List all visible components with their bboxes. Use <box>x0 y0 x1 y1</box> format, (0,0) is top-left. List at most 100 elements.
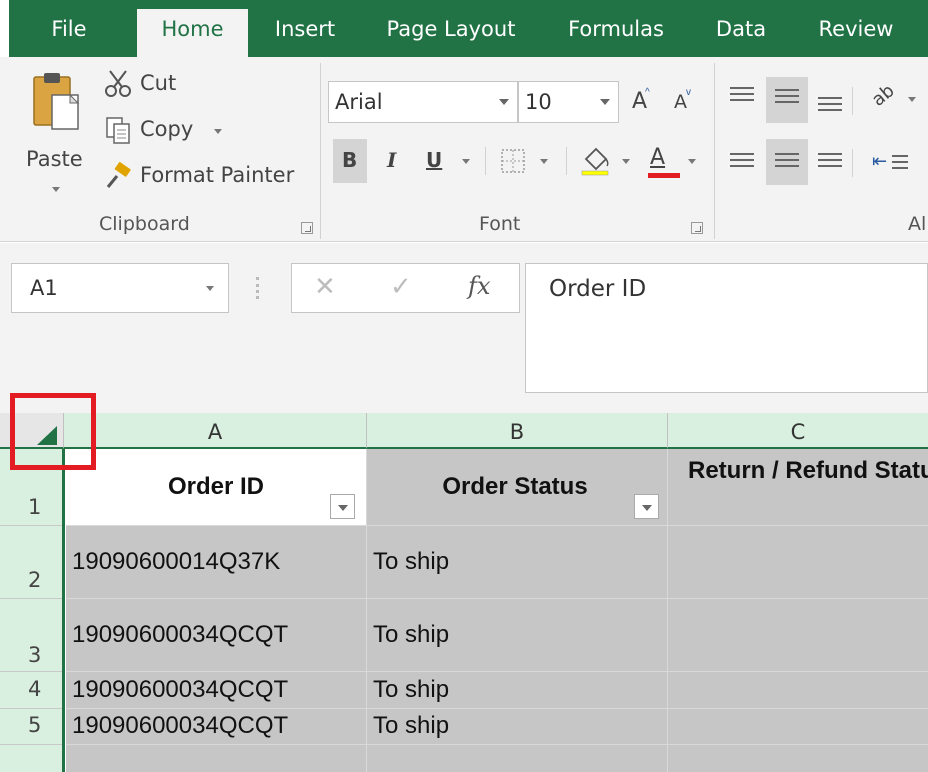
row-header-2[interactable]: 2 <box>0 526 64 599</box>
bold-label: B <box>342 148 358 172</box>
row-header-6[interactable] <box>0 745 64 772</box>
filter-dropdown-icon[interactable] <box>634 494 659 519</box>
tab-page-layout[interactable]: Page Layout <box>378 12 524 57</box>
cell-c1[interactable]: Return / Refund Status <box>668 449 928 526</box>
increase-font-size-button[interactable]: A ^ <box>628 87 654 117</box>
worksheet-grid: A B C 1 2 3 4 5 Order ID Order Status Re… <box>0 413 928 772</box>
clipboard-group-label: Clipboard <box>99 213 190 235</box>
font-dialog-launcher-icon[interactable] <box>691 222 703 234</box>
font-size-select[interactable]: 10 <box>518 81 619 123</box>
orientation-button[interactable]: ab <box>868 80 928 121</box>
cell-b1-text: Order Status <box>442 473 588 500</box>
decrease-indent-button[interactable]: ⇤ <box>870 149 928 185</box>
group-divider <box>566 147 567 175</box>
font-color-button[interactable]: A <box>644 139 702 183</box>
paste-dropdown-icon[interactable] <box>52 187 60 192</box>
selection-border <box>62 449 65 772</box>
italic-label: I <box>387 148 397 172</box>
cell-a4[interactable]: 19090600034QCQT <box>66 672 367 709</box>
cell-a5[interactable]: 19090600034QCQT <box>66 709 367 745</box>
middle-align-icon <box>775 89 799 107</box>
bottom-align-icon[interactable] <box>818 97 842 115</box>
formula-bar-area: A1 ✕ ✓ fx Order ID <box>0 243 928 413</box>
font-family-select[interactable]: Arial <box>328 81 518 123</box>
clipboard-dialog-launcher-icon[interactable] <box>301 222 313 234</box>
row-header-5[interactable]: 5 <box>0 709 64 745</box>
formula-input-value: Order ID <box>549 276 647 302</box>
copy-dropdown-icon[interactable] <box>214 129 222 134</box>
fill-color-button[interactable] <box>576 139 640 183</box>
top-align-icon[interactable] <box>730 87 754 105</box>
paste-button[interactable]: Paste <box>22 65 90 195</box>
bold-button[interactable]: B <box>333 139 367 183</box>
cell-a6[interactable] <box>66 745 367 772</box>
row-header-3[interactable]: 3 <box>0 599 64 672</box>
paint-bucket-icon <box>581 147 609 176</box>
insert-function-icon[interactable]: fx <box>468 272 490 300</box>
row-header-4[interactable]: 4 <box>0 672 64 709</box>
row-number: 2 <box>28 568 42 592</box>
borders-icon <box>501 149 525 173</box>
font-color-dropdown-icon <box>688 159 696 164</box>
cell-text: 19090600014Q37K <box>72 548 281 575</box>
cell-b1[interactable]: Order Status <box>367 449 668 526</box>
cancel-icon[interactable]: ✕ <box>314 272 336 302</box>
cell-b6[interactable] <box>367 745 668 772</box>
align-center-icon <box>775 153 799 171</box>
align-right-icon[interactable] <box>818 153 842 171</box>
cell-b5[interactable]: To ship <box>367 709 668 745</box>
font-family-value: Arial <box>335 90 383 114</box>
cell-b4[interactable]: To ship <box>367 672 668 709</box>
row-number: 1 <box>28 495 42 519</box>
ribbon-tab-bar: File Home Insert Page Layout Formulas Da… <box>0 0 928 57</box>
cell-b2[interactable]: To ship <box>367 526 668 599</box>
name-box[interactable]: A1 <box>11 263 229 313</box>
filter-dropdown-icon[interactable] <box>330 494 355 519</box>
underline-label: U <box>426 148 443 172</box>
cell-a2[interactable]: 19090600014Q37K <box>66 526 367 599</box>
cell-c5[interactable] <box>668 709 928 745</box>
tab-file[interactable]: File <box>38 12 100 57</box>
cell-a3[interactable]: 19090600034QCQT <box>66 599 367 672</box>
format-painter-label: Format Painter <box>140 163 295 187</box>
scissors-icon <box>105 70 131 97</box>
formula-buttons: ✕ ✓ fx <box>291 263 520 313</box>
cell-a1[interactable]: Order ID <box>66 449 367 526</box>
cell-c2[interactable] <box>668 526 928 599</box>
cut-button[interactable]: Cut <box>102 67 192 103</box>
copy-label: Copy <box>140 117 194 141</box>
tab-home[interactable]: Home <box>137 9 248 57</box>
formula-input[interactable]: Order ID <box>525 263 928 393</box>
copy-button[interactable]: Copy <box>102 113 232 149</box>
chevron-down-icon[interactable] <box>206 286 214 291</box>
format-painter-button[interactable]: Format Painter <box>102 159 312 195</box>
align-left-icon[interactable] <box>730 153 754 171</box>
tab-data[interactable]: Data <box>708 12 774 57</box>
cell-c1-text: Return / Refund Status <box>687 457 928 484</box>
enter-check-icon[interactable]: ✓ <box>390 272 412 302</box>
italic-button[interactable]: I <box>378 139 408 183</box>
decrease-font-size-button[interactable]: A v <box>670 87 696 117</box>
borders-button[interactable] <box>494 139 558 183</box>
cell-b3[interactable]: To ship <box>367 599 668 672</box>
column-header-c[interactable]: C <box>668 413 928 449</box>
column-header-b[interactable]: B <box>367 413 668 449</box>
cell-c3[interactable] <box>668 599 928 672</box>
name-box-value: A1 <box>30 276 58 300</box>
cell-a1-text: Order ID <box>167 473 265 500</box>
tab-review[interactable]: Review <box>808 12 904 57</box>
tab-formulas[interactable]: Formulas <box>559 12 673 57</box>
resize-handle-icon[interactable] <box>256 277 260 299</box>
decrease-indent-icon: ⇤ <box>872 151 888 172</box>
alignment-group-label: Al <box>908 213 927 235</box>
center-button[interactable] <box>766 139 808 185</box>
column-header-a[interactable]: A <box>64 413 367 449</box>
underline-button[interactable]: U <box>420 139 478 183</box>
cell-c4[interactable] <box>668 672 928 709</box>
group-divider <box>852 149 853 177</box>
row-number: 4 <box>28 677 42 701</box>
tab-insert[interactable]: Insert <box>268 12 342 57</box>
paste-icon <box>33 73 80 130</box>
middle-align-button[interactable] <box>766 77 808 123</box>
cell-c6[interactable] <box>668 745 928 772</box>
